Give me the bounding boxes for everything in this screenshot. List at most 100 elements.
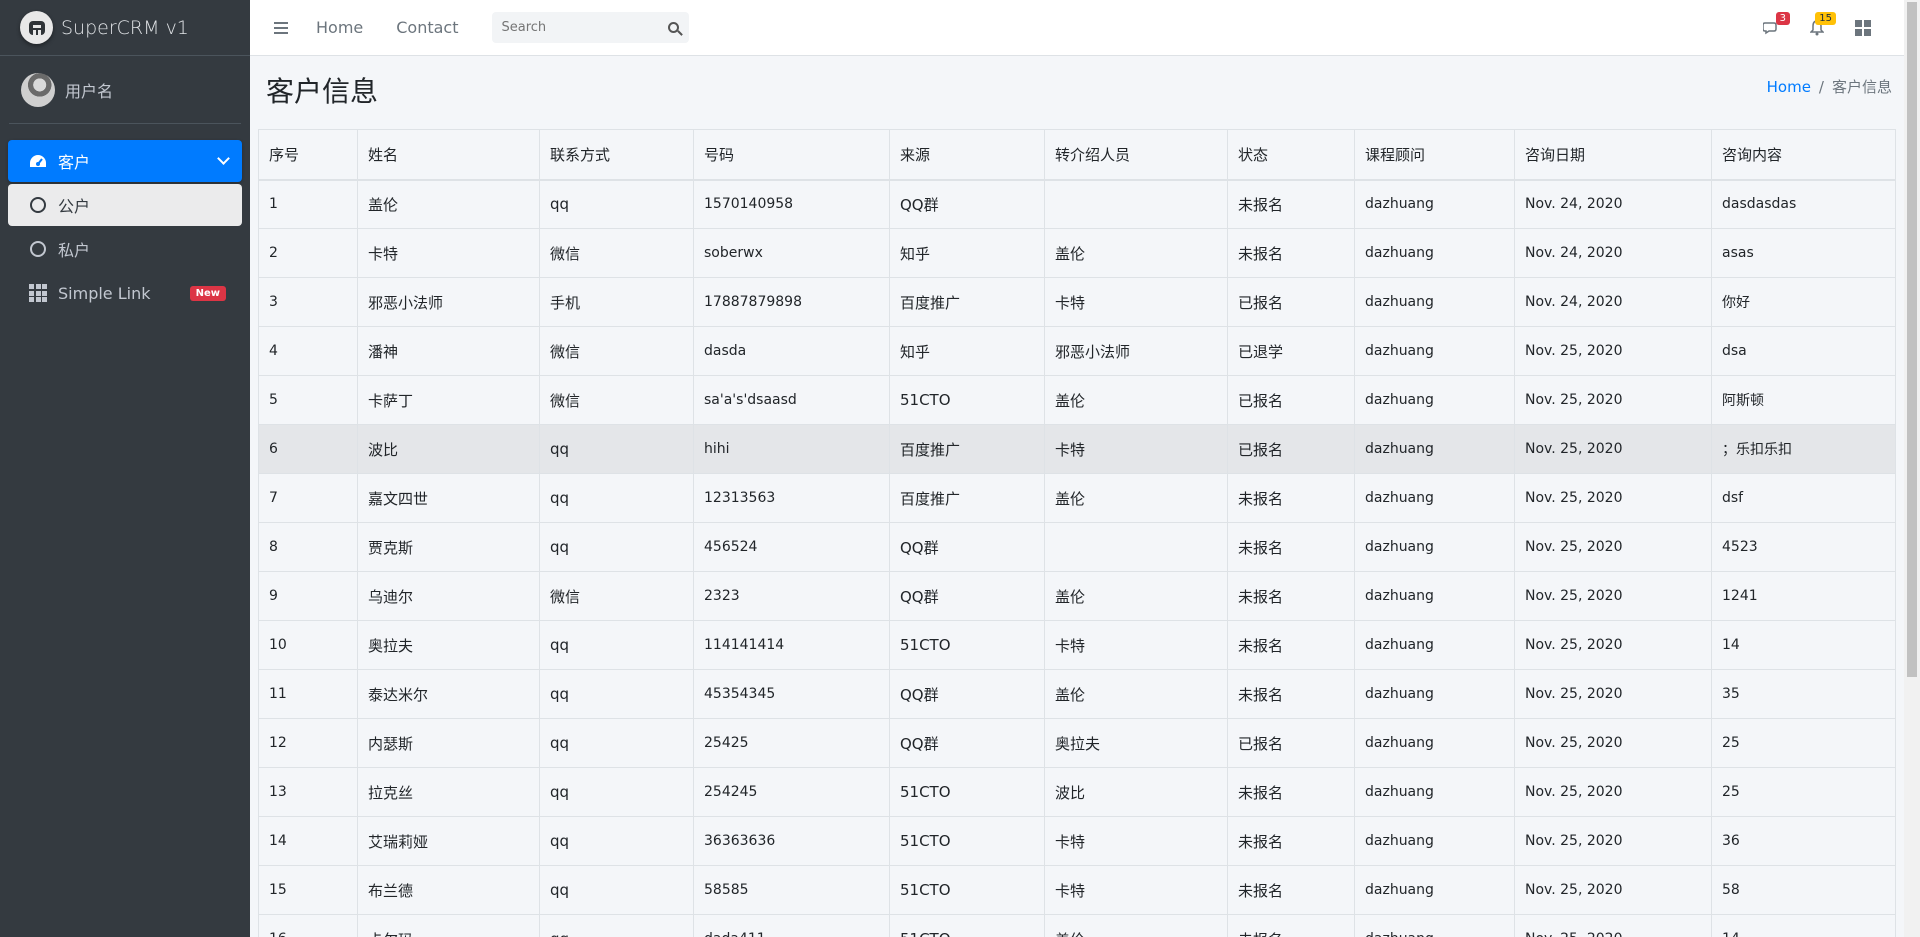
- column-header[interactable]: 转介绍人员: [1044, 129, 1228, 181]
- nav-link-contact[interactable]: Contact: [396, 18, 458, 37]
- column-header[interactable]: 来源: [889, 129, 1045, 181]
- table-cell: Nov. 25, 2020: [1514, 620, 1712, 670]
- table-cell: QQ群: [889, 179, 1045, 229]
- table-cell: qq: [539, 424, 694, 474]
- column-header[interactable]: 姓名: [357, 129, 540, 181]
- navbar-right: 3 15: [1762, 0, 1872, 56]
- table-cell: 5: [258, 375, 358, 425]
- column-header[interactable]: 序号: [258, 129, 358, 181]
- brand-link[interactable]: SuperCRM v1: [0, 0, 250, 56]
- table-cell: 14: [1711, 914, 1896, 937]
- table-cell: 1241: [1711, 571, 1896, 621]
- table-cell: qq: [539, 620, 694, 670]
- notifications-button[interactable]: 15: [1808, 12, 1836, 37]
- table-cell: 16: [258, 914, 358, 937]
- table-row[interactable]: 6 波比 qq hihi 百度推广 卡特 已报名 dazhuang Nov. 25, 2020；…: [258, 424, 1896, 474]
- user-name[interactable]: 用户名: [65, 78, 113, 102]
- table-row[interactable]: 3 邪恶小法师 手机 17887879898 百度推广 卡特 已报名 dazhuang Nov.…: [258, 277, 1896, 327]
- table-row[interactable]: 13 拉克丝 qq 254245 51CTO 波比 未报名 dazhuang Nov. 25, …: [258, 767, 1896, 817]
- table-cell: 51CTO: [889, 914, 1045, 937]
- table-cell: 已报名: [1227, 375, 1355, 425]
- user-panel[interactable]: 用户名: [9, 56, 241, 124]
- table-cell: 已退学: [1227, 326, 1355, 376]
- page-title: 客户信息: [266, 75, 379, 108]
- table-row[interactable]: 7 嘉文四世 qq 12313563 百度推广 盖伦 未报名 dazhuang Nov. 25,…: [258, 473, 1896, 523]
- table-cell: Nov. 25, 2020: [1514, 473, 1712, 523]
- table-row[interactable]: 12 内瑟斯 qq 25425 QQ群 奥拉夫 已报名 dazhuang Nov. 25, 20…: [258, 718, 1896, 768]
- table-row[interactable]: 2 卡特 微信 soberwx 知乎 盖伦 未报名 dazhuang Nov. 24, 2020…: [258, 228, 1896, 278]
- table-cell: QQ群: [889, 522, 1045, 572]
- table-cell: dazhuang: [1354, 914, 1515, 937]
- sidebar-item-customers[interactable]: 客户: [8, 140, 242, 182]
- table-cell: [1044, 179, 1228, 229]
- table-row[interactable]: 1 盖伦 qq 1570140958 QQ群 未报名 dazhuang Nov. 24, 20…: [258, 179, 1896, 229]
- table-row[interactable]: 5 卡萨丁 微信 sa'a's'dsaasd 51CTO 盖伦 已报名 dazhuang Nov…: [258, 375, 1896, 425]
- table-cell: qq: [539, 179, 694, 229]
- avatar: [21, 72, 55, 107]
- table-cell: qq: [539, 865, 694, 915]
- apps-button[interactable]: [1854, 19, 1872, 37]
- table-cell: 36363636: [693, 816, 890, 866]
- nav-link-home[interactable]: Home: [316, 18, 363, 37]
- table-cell: 奥拉夫: [1044, 718, 1228, 768]
- table-cell: 9: [258, 571, 358, 621]
- th-icon: [28, 284, 48, 302]
- page-scrollbar[interactable]: [1904, 0, 1920, 937]
- column-header[interactable]: 联系方式: [539, 129, 694, 181]
- table-cell: qq: [539, 473, 694, 523]
- table-row[interactable]: 14 艾瑞莉娅 qq 36363636 51CTO 卡特 未报名 dazhuang Nov. 2…: [258, 816, 1896, 866]
- table-cell: 未报名: [1227, 473, 1355, 523]
- table-row[interactable]: 8 贾克斯 qq 456524 QQ群 未报名 dazhuang Nov. 25, 2020 4…: [258, 522, 1896, 572]
- table-cell: dazhuang: [1354, 228, 1515, 278]
- column-header[interactable]: 咨询内容: [1711, 129, 1896, 181]
- table-cell: 2: [258, 228, 358, 278]
- table-cell: 254245: [693, 767, 890, 817]
- sidebar-item-label: 私户: [58, 241, 91, 260]
- table-cell: Nov. 25, 2020: [1514, 865, 1712, 915]
- column-header[interactable]: 课程顾问: [1354, 129, 1515, 181]
- table-cell: 百度推广: [889, 473, 1045, 523]
- circle-icon: [28, 241, 48, 257]
- column-header[interactable]: 咨询日期: [1514, 129, 1712, 181]
- sidebar: SuperCRM v1 用户名 客户 公户 私户 Simple Link New: [0, 0, 250, 937]
- table-cell: dazhuang: [1354, 669, 1515, 719]
- table-cell: dazhuang: [1354, 522, 1515, 572]
- search-input[interactable]: [501, 20, 652, 35]
- table-cell: dazhuang: [1354, 473, 1515, 523]
- search-icon[interactable]: [667, 22, 679, 33]
- breadcrumb-home-link[interactable]: Home: [1767, 78, 1811, 96]
- table-cell: 未报名: [1227, 228, 1355, 278]
- menu-toggle-icon[interactable]: [274, 21, 288, 34]
- table-cell: 盖伦: [1044, 228, 1228, 278]
- table-row[interactable]: 10 奥拉夫 qq 114141414 51CTO 卡特 未报名 dazhuang Nov. 2…: [258, 620, 1896, 670]
- table-cell: Nov. 24, 2020: [1514, 179, 1712, 229]
- table-cell: 10: [258, 620, 358, 670]
- table-cell: 8: [258, 522, 358, 572]
- table-cell: dazhuang: [1354, 865, 1515, 915]
- sidebar-item-simple-link[interactable]: Simple Link New: [8, 272, 242, 314]
- table-cell: 3: [258, 277, 358, 327]
- table-cell: 波比: [357, 424, 540, 474]
- column-header[interactable]: 状态: [1227, 129, 1355, 181]
- column-header[interactable]: 号码: [693, 129, 890, 181]
- table-cell: qq: [539, 914, 694, 937]
- table-row[interactable]: 16卡尔玛qqdada41151CTO盖伦未报名dazhuangNov. 25,…: [258, 914, 1896, 937]
- notifications-count-badge: 15: [1815, 12, 1836, 25]
- table-cell: Nov. 24, 2020: [1514, 277, 1712, 327]
- table-cell: 微信: [539, 326, 694, 376]
- table-cell: 艾瑞莉娅: [357, 816, 540, 866]
- table-cell: 未报名: [1227, 620, 1355, 670]
- scrollbar-thumb[interactable]: [1907, 2, 1917, 677]
- sidebar-item-private-customers[interactable]: 私户: [8, 228, 242, 270]
- table-cell: [1044, 522, 1228, 572]
- messages-button[interactable]: 3: [1762, 12, 1790, 37]
- table-cell: 百度推广: [889, 277, 1045, 327]
- sidebar-item-public-customers[interactable]: 公户: [8, 184, 242, 226]
- table-row[interactable]: 15 布兰德 qq 58585 51CTO 卡特 未报名 dazhuang Nov. 25, 2…: [258, 865, 1896, 915]
- table-row[interactable]: 4 潘神 微信 dasda 知乎 邪恶小法师 已退学 dazhuang Nov. 25, 202…: [258, 326, 1896, 376]
- table-row[interactable]: 11 泰达米尔 qq 45354345 QQ群 盖伦 未报名 dazhuang Nov. 25,…: [258, 669, 1896, 719]
- table-cell: dazhuang: [1354, 816, 1515, 866]
- sidebar-item-label: 公户: [58, 197, 91, 216]
- table-row[interactable]: 9 乌迪尔 微信 2323 QQ群 盖伦 未报名 dazhuang Nov. 25, 2020 1…: [258, 571, 1896, 621]
- table-cell: 卡特: [1044, 424, 1228, 474]
